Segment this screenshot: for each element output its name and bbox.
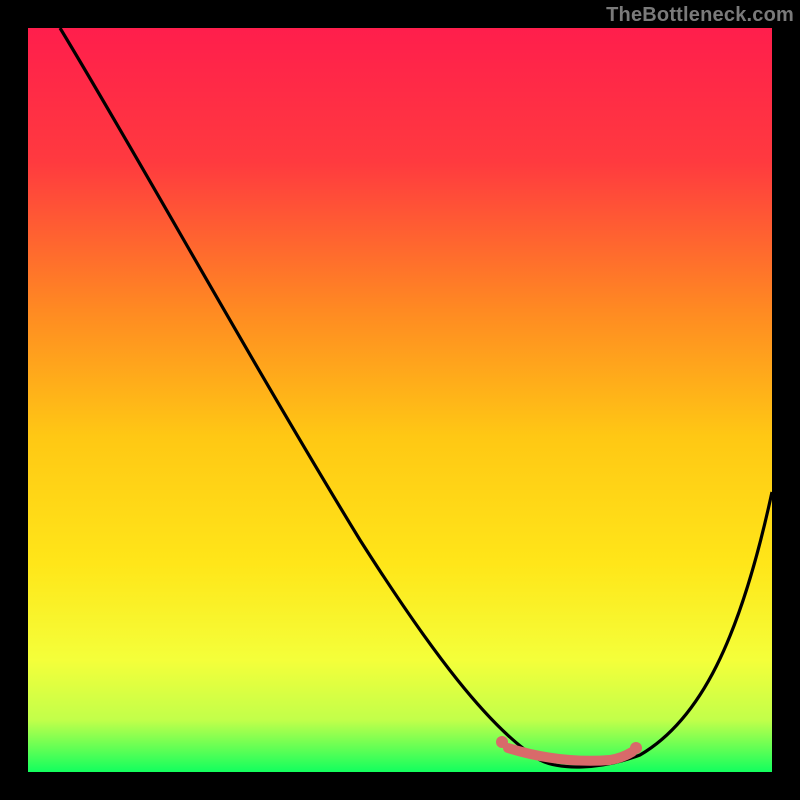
bottleneck-chart <box>0 0 800 800</box>
optimal-band-end-dot <box>630 742 642 754</box>
gradient-area <box>28 28 772 772</box>
chart-frame: TheBottleneck.com <box>0 0 800 800</box>
watermark-text: TheBottleneck.com <box>606 4 794 27</box>
optimal-band-start-dot <box>496 736 508 748</box>
